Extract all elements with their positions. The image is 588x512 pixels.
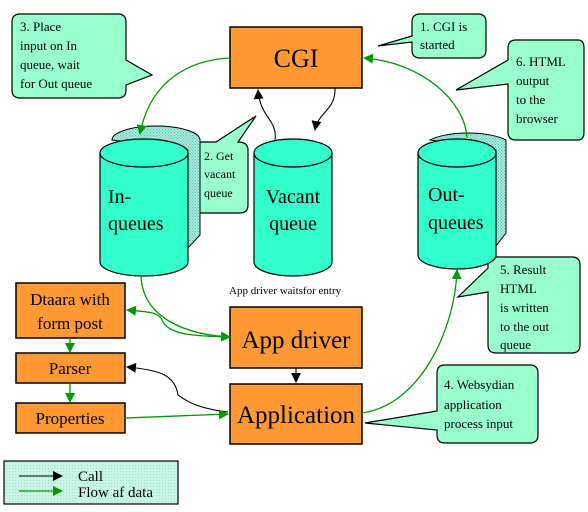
app-driver-label: App driver [242,327,352,354]
svg-text:2. Getvacantqueue: 2. Get vacant queue [204,149,236,200]
architecture-diagram: 3. Place input on In queue, wait for Out qu… [3,13,585,505]
callout-step-3-line: 3. Place [20,19,61,34]
flow-cgi-to-inqueue [136,57,231,135]
properties-box: Properties [15,402,126,434]
callout-step-1: 1. CGI is started [377,13,487,59]
cgi-label: CGI [274,44,319,73]
flow-properties-to-application [124,409,229,420]
out-queues-cylinder: Out-queues [417,132,507,270]
application-label: Application [237,402,356,429]
legend: Call Flow af data [3,460,179,505]
legend-call-label: Call [78,469,103,485]
parser-box: Parser [15,352,126,384]
application-box: Application [229,383,363,445]
callout-step-2: 2. Get vacant queue [194,115,257,214]
flow-inqueue-to-appdriver [140,274,231,342]
dtaara-box: Dtaara with form post [15,282,126,339]
app-driver-wait-annotation: App driver waitsfor entry [229,285,342,297]
svg-text:Parser: Parser [49,359,92,378]
cgi-box: CGI [229,26,363,89]
flow-appdriver-dtaara [126,305,229,338]
vacant-queue-cylinder: Vacant queue [253,138,333,277]
in-queues-cylinder: In-queues [99,125,201,277]
call-vacant-to-cgi [253,89,276,141]
callout-step-5: 5. Result HTML is written to the out queue [456,256,581,354]
callout-step-3: 3. Place input on In queue, wait for Out qu… [11,13,154,99]
callout-step-4: 4. Websydian application process input [364,364,539,444]
call-application-parser [126,362,229,413]
app-driver-box: App driver [229,306,363,369]
svg-text:Properties: Properties [36,409,105,428]
call-cgi-to-vacant [311,87,336,131]
flow-outqueue-to-cgi [363,53,468,139]
legend-flow-label: Flow af data [78,485,153,501]
